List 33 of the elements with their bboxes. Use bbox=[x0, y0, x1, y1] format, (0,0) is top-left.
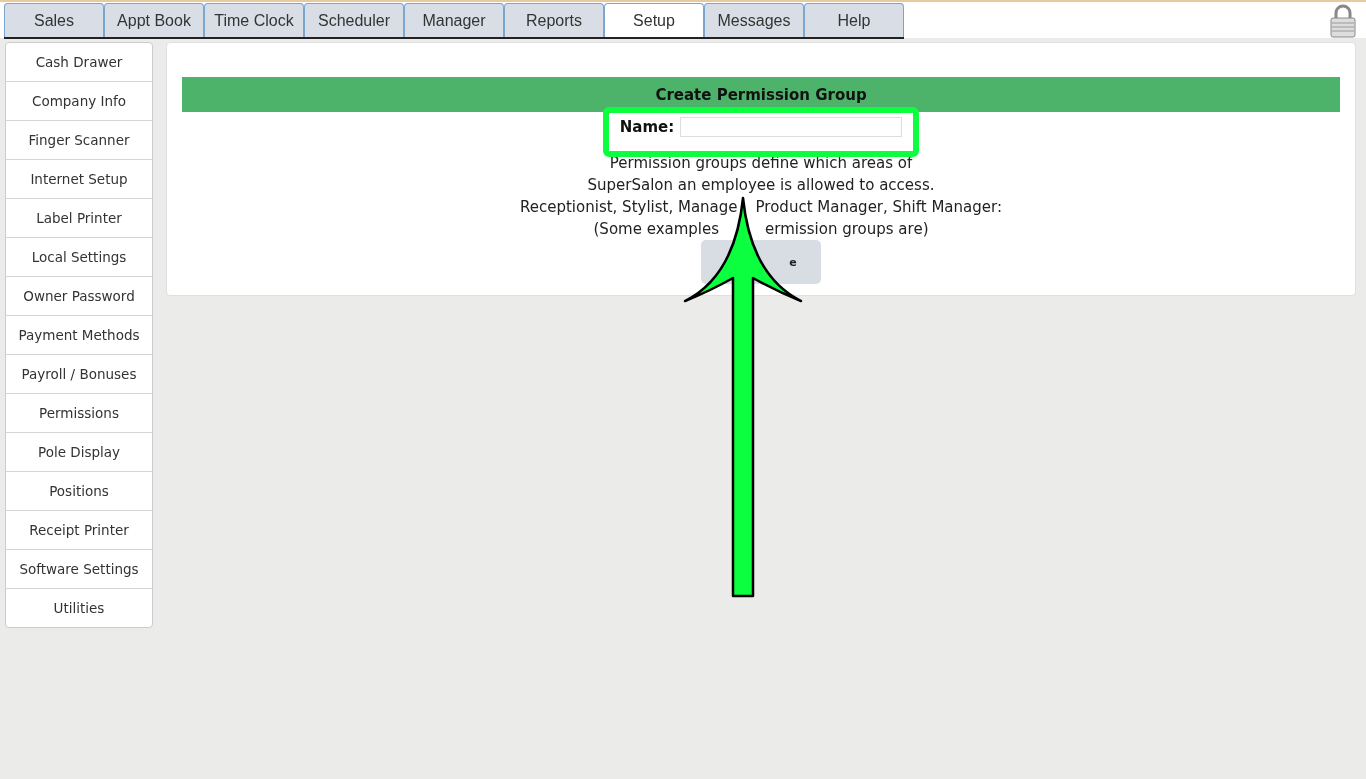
sidebar-item[interactable]: Payment Methods bbox=[6, 316, 152, 355]
description-text: Receptionist, Stylist, Manage bbox=[520, 197, 738, 218]
tab[interactable]: Setup bbox=[604, 3, 704, 37]
sidebar-item[interactable]: Company Info bbox=[6, 82, 152, 121]
name-label: Name: bbox=[619, 118, 675, 136]
sidebar-item[interactable]: Local Settings bbox=[6, 238, 152, 277]
tab[interactable]: Manager bbox=[404, 3, 504, 37]
sidebar-item[interactable]: Payroll / Bonuses bbox=[6, 355, 152, 394]
description-text: ermission groups are) bbox=[765, 219, 929, 240]
sidebar-item[interactable]: Internet Setup bbox=[6, 160, 152, 199]
sidebar-item[interactable]: Permissions bbox=[6, 394, 152, 433]
panel-header: Create Permission Group bbox=[182, 77, 1340, 112]
description-text: SuperSalon an employee is allowed to access. bbox=[587, 175, 935, 196]
tab[interactable]: Time Clock bbox=[204, 3, 304, 37]
sidebar-item[interactable]: Utilities bbox=[6, 589, 152, 627]
tab[interactable]: Scheduler bbox=[304, 3, 404, 37]
tab[interactable]: Messages bbox=[704, 3, 804, 37]
description-text: (Some examples bbox=[593, 219, 720, 240]
sidebar-item[interactable]: Receipt Printer bbox=[6, 511, 152, 550]
tab[interactable]: Sales bbox=[4, 3, 104, 37]
sidebar-item[interactable]: Label Printer bbox=[6, 199, 152, 238]
tab[interactable]: Reports bbox=[504, 3, 604, 37]
lock-icon[interactable] bbox=[1330, 4, 1356, 38]
sidebar-item[interactable]: Software Settings bbox=[6, 550, 152, 589]
sidebar-item[interactable]: Pole Display bbox=[6, 433, 152, 472]
tab[interactable]: Appt Book bbox=[104, 3, 204, 37]
sidebar-item[interactable]: Cash Drawer bbox=[6, 43, 152, 82]
sidebar-item[interactable]: Finger Scanner bbox=[6, 121, 152, 160]
tab[interactable]: Help bbox=[804, 3, 904, 37]
sidebar-item[interactable]: Owner Password bbox=[6, 277, 152, 316]
sidebar-item[interactable]: Positions bbox=[6, 472, 152, 511]
description-text: Product Manager, Shift Manager: bbox=[755, 197, 1002, 218]
name-input-field[interactable] bbox=[680, 117, 903, 137]
